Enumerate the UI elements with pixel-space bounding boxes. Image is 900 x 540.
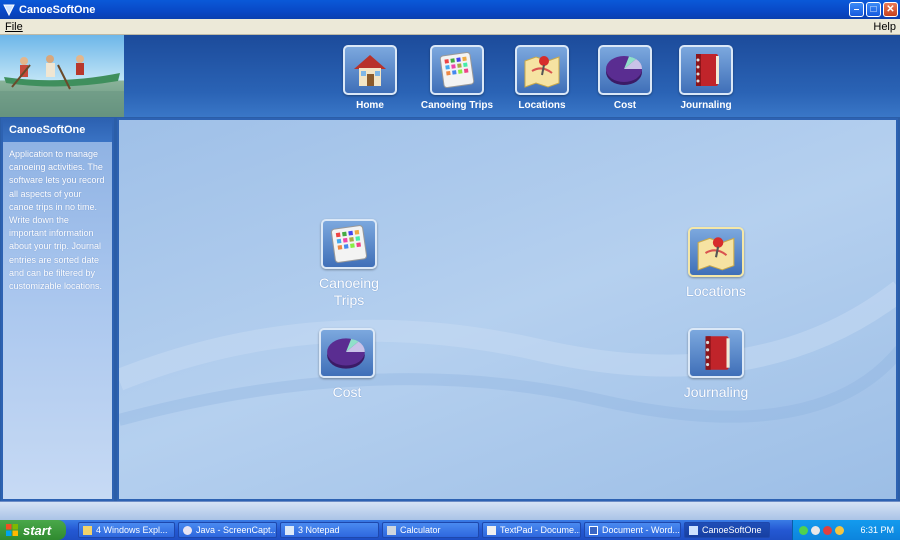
- nav-journaling[interactable]: Journaling: [661, 45, 751, 111]
- sidebar-title: CanoeSoftOne: [3, 120, 112, 142]
- tile-cost[interactable]: Cost: [302, 328, 392, 401]
- tile-canoeing-trips[interactable]: Canoeing Trips: [304, 219, 394, 309]
- calculator-icon: [387, 525, 396, 535]
- tile-journaling[interactable]: Journaling: [671, 328, 761, 401]
- menu-help[interactable]: Help: [873, 21, 896, 33]
- menu-bar: File Help: [0, 19, 900, 35]
- tile-locations[interactable]: Locations: [671, 227, 761, 300]
- textpad-icon: [487, 525, 496, 535]
- canoe-photo: [0, 35, 124, 117]
- calculator-icon: [321, 219, 377, 269]
- close-button[interactable]: ✕: [883, 2, 898, 17]
- app-icon: [3, 4, 15, 16]
- network-icon[interactable]: [799, 525, 808, 535]
- tile-label: Journaling: [683, 384, 749, 400]
- tile-label: Cost: [332, 384, 362, 400]
- maximize-button[interactable]: □: [866, 2, 881, 17]
- nav-locations[interactable]: Locations: [497, 45, 587, 111]
- tile-label: Locations: [686, 283, 746, 299]
- close-icon: ✕: [886, 3, 895, 15]
- sidebar: CanoeSoftOne Application to manage canoe…: [1, 118, 114, 501]
- map-pin-icon: [515, 45, 569, 95]
- calculator-icon: [430, 45, 484, 95]
- nav-label: Canoeing Trips: [420, 100, 494, 111]
- background-wave: [119, 281, 896, 426]
- nav-cost[interactable]: Cost: [580, 45, 670, 111]
- update-icon[interactable]: [835, 525, 844, 535]
- word-icon: [589, 525, 598, 535]
- tile-label: Canoeing Trips: [319, 275, 379, 308]
- taskbar-item-word[interactable]: Document - Word...: [584, 522, 681, 538]
- notepad-icon: [285, 525, 294, 535]
- window-title: CanoeSoftOne: [19, 3, 96, 16]
- app-icon: [689, 525, 698, 535]
- taskbar-item-canoesoftone[interactable]: CanoeSoftOne: [684, 522, 770, 538]
- map-pin-icon: [688, 227, 744, 277]
- taskbar-item-calculator[interactable]: Calculator: [382, 522, 479, 538]
- taskbar-item-java[interactable]: Java - ScreenCapt...: [178, 522, 277, 538]
- security-icon[interactable]: [823, 525, 832, 535]
- house-icon: [343, 45, 397, 95]
- nav-label: Cost: [613, 100, 637, 111]
- nav-label: Home: [356, 100, 384, 111]
- taskbar: start 4 Windows Expl... Java - ScreenCap…: [0, 520, 900, 540]
- minimize-icon: –: [853, 3, 860, 15]
- title-bar: CanoeSoftOne – □ ✕: [0, 0, 900, 19]
- system-tray: 6:31 PM: [792, 520, 900, 540]
- nav-label: Journaling: [680, 100, 732, 111]
- nav-home[interactable]: Home: [325, 45, 415, 111]
- start-button[interactable]: start: [0, 520, 66, 540]
- book-icon: [679, 45, 733, 95]
- maximize-icon: □: [870, 3, 877, 15]
- folder-icon: [83, 525, 92, 535]
- status-bar: [0, 501, 900, 520]
- pie-chart-icon: [598, 45, 652, 95]
- taskbar-item-explorer[interactable]: 4 Windows Expl...: [78, 522, 175, 538]
- nav-canoeing-trips[interactable]: Canoeing Trips: [412, 45, 502, 111]
- main-panel: Canoeing Trips Locations Cost Journaling: [117, 118, 898, 501]
- pie-chart-icon: [319, 328, 375, 378]
- header: Home Canoeing Trips Locations Cost Journ…: [0, 35, 900, 117]
- volume-icon[interactable]: [811, 525, 820, 535]
- book-icon: [688, 328, 744, 378]
- start-label: start: [23, 522, 52, 538]
- menu-file[interactable]: File: [5, 21, 23, 33]
- taskbar-item-notepad[interactable]: 3 Notepad: [280, 522, 379, 538]
- java-icon: [183, 525, 192, 535]
- sidebar-description: Application to manage canoeing activitie…: [9, 149, 105, 292]
- windows-flag-icon: [6, 524, 18, 536]
- minimize-button[interactable]: –: [849, 2, 864, 17]
- nav-label: Locations: [518, 100, 566, 111]
- clock: 6:31 PM: [860, 525, 894, 535]
- taskbar-item-textpad[interactable]: TextPad - Docume...: [482, 522, 581, 538]
